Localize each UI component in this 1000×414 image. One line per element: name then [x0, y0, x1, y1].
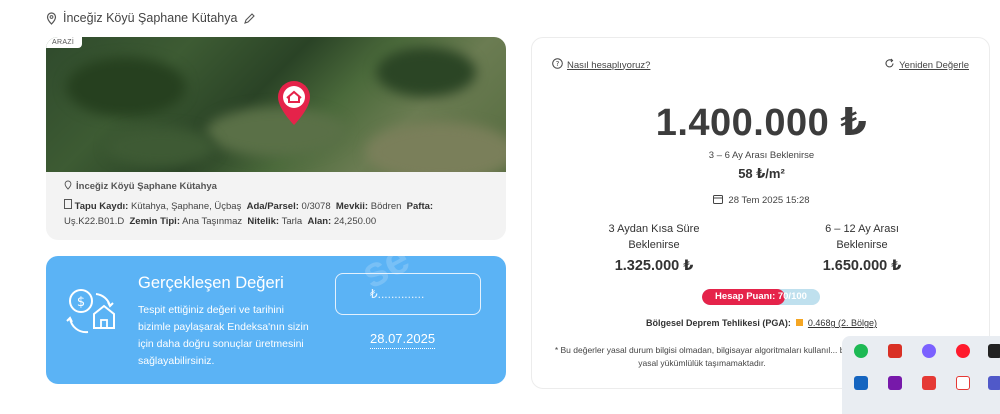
parcel-location: İnceğiz Köyü Şaphane Kütahya: [76, 181, 217, 192]
quake-color-square: [796, 319, 804, 326]
valuation-date-text: 28 Tem 2025 15:28: [728, 195, 810, 206]
ada-value: 0/3078: [301, 201, 331, 212]
pafta-label: Pafta:: [406, 201, 434, 212]
area-type-tag: ARAZİ: [46, 37, 83, 48]
long-term-estimate: 6 – 12 Ay Arası Beklenirse 1.650.000 ₺: [762, 221, 962, 274]
alan-value: 24,250.00: [333, 216, 377, 227]
disclaimer-note: * Bu değerler yasal durum bilgisi olmada…: [554, 345, 850, 368]
quake-label: Bölgesel Deprem Tehlikesi (PGA):: [646, 318, 791, 328]
revalue-label: Yeniden Değerle: [899, 59, 969, 71]
long-term-title-2: Beklenirse: [836, 239, 888, 251]
realized-description: Tespit ettiğiniz değeri ve tarihini bizi…: [138, 304, 309, 367]
svg-text:?: ?: [556, 60, 560, 68]
app-icon[interactable]: [956, 376, 970, 390]
long-term-title-1: 6 – 12 Ay Arası: [825, 223, 899, 235]
realized-value-card: $ Gerçekleşen Değeri Tespit ettiğiniz de…: [46, 256, 506, 384]
score-label: Hesap Puanı: 70/100: [715, 291, 807, 302]
quake-value[interactable]: 0.468g (2. Bölge): [808, 318, 877, 328]
location-pin-icon: [64, 180, 72, 193]
calendar-icon: [713, 194, 724, 207]
tapu-label: Tapu Kaydı:: [74, 201, 129, 212]
short-term-price: 1.325.000 ₺: [614, 258, 694, 274]
svg-text:$: $: [77, 295, 85, 310]
app-icon[interactable]: [922, 376, 936, 390]
score-badge: Hesap Puanı: 70/100: [702, 289, 820, 305]
edit-pencil-icon[interactable]: [243, 12, 256, 25]
app-icon[interactable]: [988, 344, 1000, 358]
map-marker-icon: [276, 79, 312, 132]
valuation-date: 28 Tem 2025 15:28: [532, 194, 991, 207]
realized-date-input[interactable]: 28.07.2025: [370, 331, 436, 349]
estimated-price: 1.400.000 ₺: [655, 102, 868, 144]
short-term-title-2: Beklenirse: [628, 239, 680, 251]
tapu-value: Kütahya, Şaphane, Üçbaş: [130, 201, 242, 212]
refresh-icon: [884, 58, 895, 72]
short-term-title-1: 3 Aydan Kısa Süre: [608, 223, 700, 235]
satellite-map[interactable]: ARAZİ: [46, 37, 506, 172]
long-term-price: 1.650.000 ₺: [822, 258, 902, 274]
spotify-icon[interactable]: [854, 344, 868, 358]
teams-icon[interactable]: [988, 376, 1000, 390]
map-card: ARAZİ İnceğiz Köyü Şaphane Kütahya Tapu …: [46, 37, 506, 240]
app-icon[interactable]: [854, 376, 868, 390]
zemin-label: Zemin Tipi:: [129, 216, 180, 227]
mevkii-value: Bödren: [370, 201, 402, 212]
revalue-button[interactable]: Yeniden Değerle: [884, 58, 969, 72]
help-link[interactable]: ? Nasıl hesaplıyoruz?: [552, 58, 650, 72]
price-subtitle: 3 – 6 Ay Arası Beklenirse: [708, 150, 815, 161]
zemin-value: Ana Taşınmaz: [182, 216, 243, 227]
system-tray-popup: [842, 336, 1000, 414]
question-icon: ?: [552, 58, 563, 72]
document-icon: [64, 199, 75, 212]
short-term-estimate: 3 Aydan Kısa Süre Beklenirse 1.325.000 ₺: [554, 221, 754, 274]
page: İnceğiz Köyü Şaphane Kütahya ARAZİ İnceğ…: [0, 0, 1000, 414]
price-per-m2: 58 ₺/m²: [738, 166, 785, 181]
opera-icon[interactable]: [956, 344, 970, 358]
mevkii-label: Mevkii:: [335, 201, 369, 212]
pafta-value: Uş.K22.B01.D: [64, 216, 125, 227]
alan-label: Alan:: [307, 216, 332, 227]
location-header: İnceğiz Köyü Şaphane Kütahya: [46, 11, 256, 25]
parcel-info: İnceğiz Köyü Şaphane Kütahya Tapu Kaydı:…: [46, 172, 506, 240]
money-exchange-icon: $: [64, 286, 116, 343]
ada-label: Ada/Parsel:: [246, 201, 299, 212]
nitelik-value: Tarla: [281, 216, 303, 227]
nitelik-label: Nitelik:: [247, 216, 280, 227]
location-title: İnceğiz Köyü Şaphane Kütahya: [63, 11, 238, 25]
copilot-icon[interactable]: [922, 344, 936, 358]
app-icon[interactable]: [888, 344, 902, 358]
realized-title: Gerçekleşen Değeri: [138, 274, 284, 292]
help-label: Nasıl hesaplıyoruz?: [567, 59, 651, 71]
location-pin-icon: [46, 11, 57, 25]
earthquake-risk: Bölgesel Deprem Tehlikesi (PGA): 0.468g …: [532, 318, 991, 328]
onenote-icon[interactable]: [888, 376, 902, 390]
